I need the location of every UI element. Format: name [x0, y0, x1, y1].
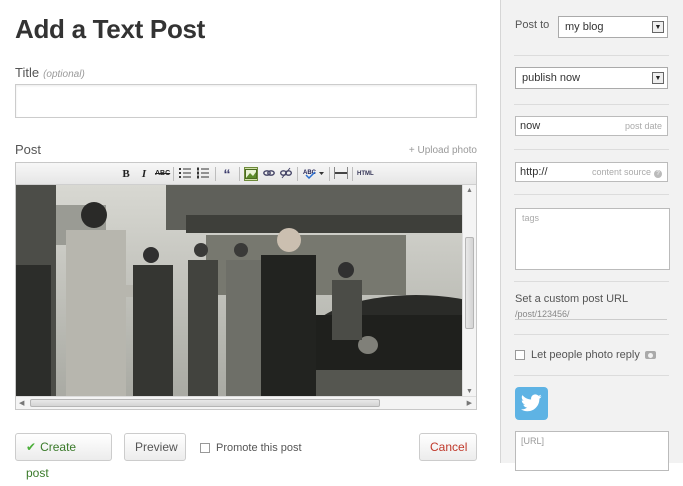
content-source-hint: content source: [591, 167, 651, 177]
twitter-bird-icon: [521, 394, 542, 412]
blog-select-value: my blog: [565, 21, 604, 33]
vertical-scroll-thumb[interactable]: [465, 237, 474, 329]
sidebar-divider: [514, 149, 669, 150]
image-icon: [245, 169, 257, 179]
horizontal-rule-icon: [334, 167, 348, 179]
bullet-list-icon: [179, 168, 191, 178]
camera-icon: [644, 351, 656, 359]
promote-label: Promote this post: [216, 442, 302, 454]
link-icon: [263, 170, 275, 176]
check-icon: ✔: [26, 440, 37, 454]
publish-select-value: publish now: [522, 72, 581, 84]
blog-select[interactable]: my blog ▼: [558, 16, 668, 38]
chevron-down-icon: ▼: [652, 21, 664, 33]
unlink-button[interactable]: [279, 167, 293, 181]
insert-link-button[interactable]: [262, 167, 276, 181]
post-to-label: Post to: [515, 19, 550, 31]
horizontal-rule-button[interactable]: [334, 167, 348, 181]
toolbar-separator: [173, 167, 174, 181]
toolbar-separator: [329, 167, 330, 181]
post-label: Post: [15, 142, 42, 157]
scroll-up-icon[interactable]: ▲: [466, 187, 473, 194]
photo-reply-label: Let people photo reply: [531, 349, 640, 361]
sidebar-divider: [514, 375, 669, 376]
insert-image-button[interactable]: [244, 167, 258, 181]
horizontal-scroll-thumb[interactable]: [30, 399, 380, 407]
photo-reply-option[interactable]: Let people photo reply: [515, 349, 656, 361]
bold-button[interactable]: B: [119, 167, 133, 181]
custom-url-input[interactable]: /post/123456/: [515, 309, 667, 320]
rich-text-editor: B I ABC “ ABC HTML ▲ ▼ ◀ ▶: [15, 162, 477, 410]
post-date-hint: post date: [624, 121, 662, 131]
page-title: Add a Text Post: [15, 14, 206, 44]
spellcheck-button[interactable]: ABC: [303, 167, 325, 181]
toolbar-separator: [352, 167, 353, 181]
content-source-hint-wrapper: content source?: [592, 163, 662, 181]
numbered-list-button[interactable]: [196, 167, 210, 181]
sidebar-divider: [514, 104, 669, 105]
title-label: Title (optional): [15, 65, 85, 80]
unlink-icon: [280, 167, 292, 179]
italic-button[interactable]: I: [137, 167, 151, 181]
cancel-button[interactable]: Cancel: [419, 433, 477, 461]
scroll-left-icon[interactable]: ◀: [19, 399, 24, 407]
post-date-value: now: [520, 120, 541, 132]
editor-vertical-scrollbar[interactable]: ▲ ▼: [462, 185, 476, 397]
content-source-value: http://: [520, 166, 548, 178]
preview-button[interactable]: Preview: [124, 433, 186, 461]
twitter-url-input[interactable]: [URL]: [515, 431, 669, 471]
post-date-input[interactable]: now post date: [515, 116, 668, 136]
blockquote-button[interactable]: “: [220, 167, 234, 181]
title-label-text: Title: [15, 65, 40, 80]
toolbar-separator: [239, 167, 240, 181]
editor-content[interactable]: [16, 185, 476, 397]
scroll-right-icon[interactable]: ▶: [467, 399, 472, 407]
help-icon[interactable]: ?: [654, 170, 662, 178]
editor-horizontal-scrollbar[interactable]: ◀ ▶: [16, 396, 476, 409]
sidebar-divider: [514, 334, 669, 335]
photo-reply-checkbox[interactable]: [515, 350, 525, 360]
sidebar-divider: [514, 281, 669, 282]
title-optional-hint: (optional): [43, 69, 85, 80]
scroll-down-icon[interactable]: ▼: [466, 388, 473, 395]
content-source-input[interactable]: http:// content source?: [515, 162, 668, 182]
sidebar-divider: [514, 194, 669, 195]
upload-photo-link[interactable]: + Upload photo: [409, 145, 477, 156]
sidebar-divider: [514, 55, 669, 56]
numbered-list-icon: [197, 167, 209, 179]
promote-post-option[interactable]: Promote this post: [200, 442, 302, 454]
street-photo: [16, 185, 476, 397]
editor-panel: Add a Text Post Title (optional) Post + U…: [0, 0, 500, 480]
toolbar-separator: [297, 167, 298, 181]
chevron-down-icon: ▼: [652, 72, 664, 84]
html-source-button[interactable]: HTML: [357, 167, 374, 181]
publish-select[interactable]: publish now ▼: [515, 67, 668, 89]
promote-checkbox[interactable]: [200, 443, 210, 453]
bullet-list-button[interactable]: [178, 167, 192, 181]
tags-input[interactable]: tags: [515, 208, 670, 270]
editor-toolbar: B I ABC “ ABC HTML: [16, 163, 476, 185]
title-input[interactable]: [15, 84, 477, 118]
spellcheck-icon: ABC: [303, 170, 324, 180]
strikethrough-button[interactable]: ABC: [155, 167, 170, 181]
custom-url-label: Set a custom post URL: [515, 293, 629, 305]
create-post-button[interactable]: ✔ Create post: [15, 433, 112, 480]
toolbar-separator: [215, 167, 216, 181]
twitter-share-toggle[interactable]: [515, 387, 548, 420]
